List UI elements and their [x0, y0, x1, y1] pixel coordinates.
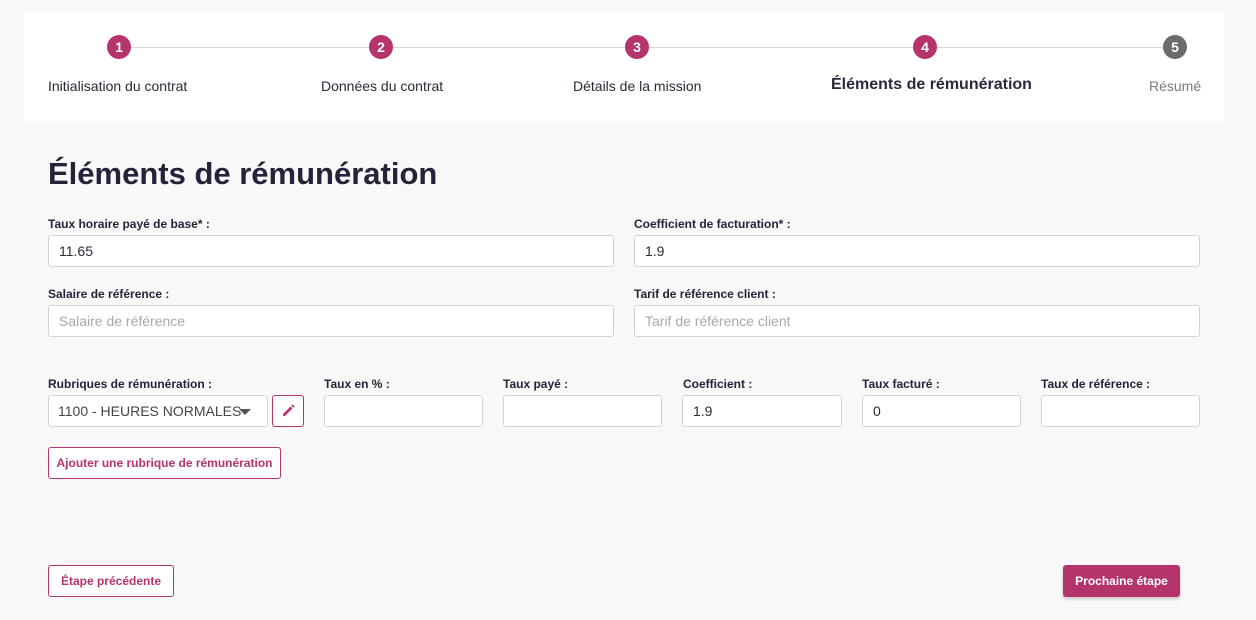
ref-salary-label: Salaire de référence :: [48, 287, 170, 301]
step-number: 2: [369, 35, 393, 59]
client-ref-rate-input[interactable]: [634, 305, 1200, 337]
paid-rate-input[interactable]: [503, 395, 662, 427]
rubric-select-value: 1100 - HEURES NORMALES: [58, 403, 242, 419]
step-label: Initialisation du contrat: [48, 78, 188, 94]
step-number: 1: [107, 35, 131, 59]
pencil-icon: [283, 404, 295, 416]
rate-percent-header: Taux en % :: [324, 377, 390, 391]
billing-coef-input[interactable]: [634, 235, 1200, 267]
edit-rubric-button[interactable]: [272, 395, 304, 427]
next-step-button[interactable]: Prochaine étape: [1063, 565, 1180, 597]
previous-step-button[interactable]: Étape précédente: [48, 565, 174, 597]
base-rate-label: Taux horaire payé de base* :: [48, 217, 210, 231]
paid-rate-header: Taux payé :: [503, 377, 569, 391]
step-number: 3: [625, 35, 649, 59]
rubric-select[interactable]: 1100 - HEURES NORMALES: [48, 395, 268, 427]
step-label: Données du contrat: [321, 78, 444, 94]
page-title: Éléments de rémunération: [48, 156, 438, 191]
step-label: Détails de la mission: [573, 78, 702, 94]
progress-stepper: 1 Initialisation du contrat 2 Données du…: [24, 11, 1224, 121]
rate-percent-input[interactable]: [324, 395, 483, 427]
step-connector: [649, 47, 913, 48]
coefficient-header: Coefficient :: [683, 377, 753, 391]
step-number: 5: [1163, 35, 1187, 59]
step-connector: [393, 47, 625, 48]
step-label-active: Éléments de rémunération: [831, 76, 1032, 93]
ref-rate-header: Taux de référence :: [1041, 377, 1151, 391]
rubric-header: Rubriques de rémunération :: [48, 377, 213, 391]
coefficient-input[interactable]: [682, 395, 842, 427]
step-connector: [937, 47, 1163, 48]
client-ref-rate-label: Tarif de référence client :: [634, 287, 776, 301]
step-label: Résumé: [1149, 78, 1202, 94]
ref-rate-input[interactable]: [1041, 395, 1200, 427]
ref-salary-input[interactable]: [48, 305, 614, 337]
add-rubric-button[interactable]: Ajouter une rubrique de rémunération: [48, 447, 281, 479]
step-connector: [131, 47, 369, 48]
billed-rate-header: Taux facturé :: [862, 377, 940, 391]
billing-coef-label: Coefficient de facturation* :: [634, 217, 791, 231]
billed-rate-input[interactable]: [862, 395, 1021, 427]
base-rate-input[interactable]: [48, 235, 614, 267]
step-number: 4: [913, 35, 937, 59]
chevron-down-icon: [239, 409, 251, 415]
